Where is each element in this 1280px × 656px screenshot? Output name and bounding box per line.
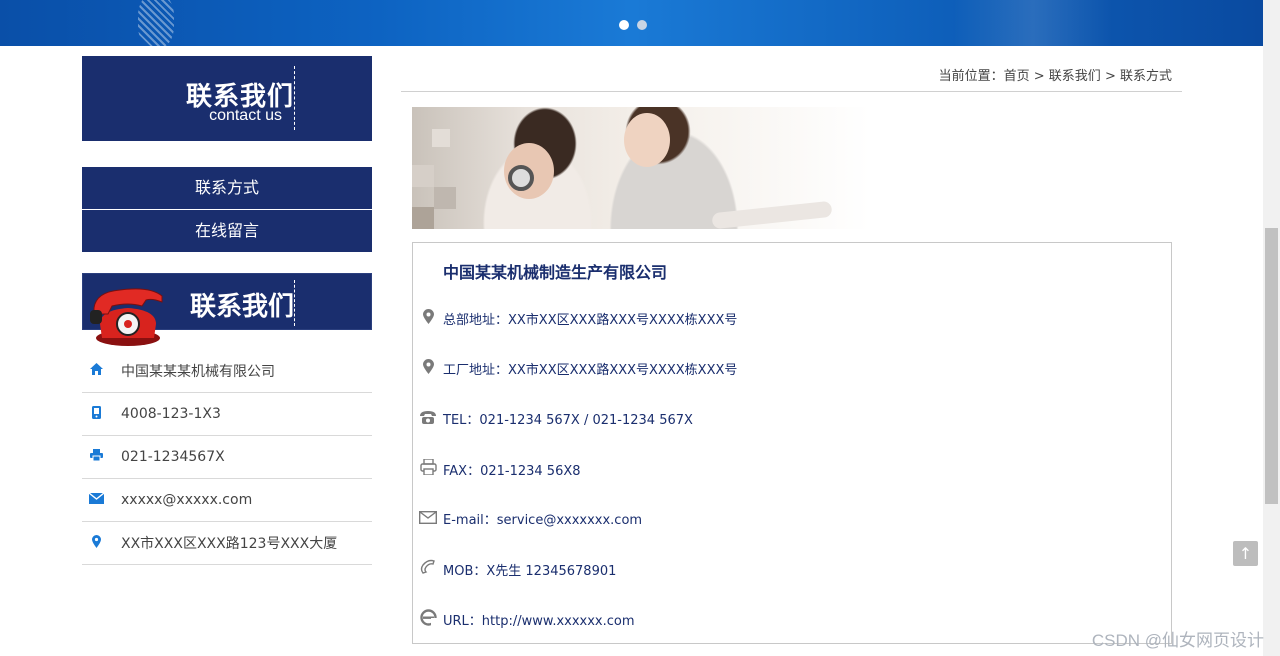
- location-icon: [413, 309, 443, 328]
- website-url: URL：http://www.xxxxxx.com: [443, 614, 635, 629]
- breadcrumb-current: 联系方式: [1119, 69, 1172, 84]
- mobile: MOB：X先生 12345678901: [443, 563, 617, 579]
- list-item: MOB：X先生 12345678901: [413, 559, 616, 579]
- list-item: 中国某某某机械有限公司: [82, 350, 372, 393]
- hotline: 4008-123-1X3: [121, 406, 221, 422]
- email: xxxxx@xxxxx.com: [121, 492, 253, 508]
- divider: [294, 280, 295, 326]
- banner-decoration: [138, 0, 174, 46]
- list-item: 工厂地址：XX市XX区XXX路XXX号XXXX栋XXX号: [413, 359, 737, 378]
- mobile-icon: [85, 405, 107, 423]
- list-item: FAX：021-1234 56X8: [413, 458, 581, 479]
- sidebar-menu: 联系方式 在线留言: [82, 167, 372, 253]
- carousel-dot-2[interactable]: [637, 20, 647, 30]
- contact-subtitle: contact us: [209, 107, 282, 124]
- mail-icon: [85, 491, 107, 508]
- telephone-icon: [413, 409, 443, 428]
- breadcrumb-separator: >: [1033, 69, 1045, 84]
- location-icon: [85, 534, 107, 552]
- fax: FAX：021-1234 56X8: [443, 463, 581, 479]
- contact-us-header: 联系我们 contact us: [82, 56, 372, 141]
- printer-icon: [85, 449, 107, 465]
- list-item: XX市XXX区XXX路123号XXX大厦: [82, 522, 372, 565]
- carousel-dot-1[interactable]: [619, 20, 629, 30]
- home-icon: [85, 363, 107, 379]
- fax-icon: [413, 458, 443, 479]
- list-item: E-mail：service@xxxxxxx.com: [413, 509, 642, 528]
- banner-carousel: [0, 0, 1263, 46]
- carousel-dots: [619, 20, 647, 30]
- page-scrollbar[interactable]: [1263, 0, 1280, 656]
- list-item: 021-1234567X: [82, 436, 372, 479]
- list-item: 总部地址：XX市XX区XXX路XXX号XXXX栋XXX号: [413, 309, 737, 328]
- breadcrumb-divider: [401, 91, 1182, 92]
- scrollbar-thumb[interactable]: [1265, 228, 1278, 504]
- list-item: xxxxx@xxxxx.com: [82, 479, 372, 522]
- banner-decoration: [953, 0, 1113, 46]
- list-item: TEL：021-1234 567X / 021-1234 567X: [413, 409, 693, 428]
- factory-address: 工厂地址：XX市XX区XXX路XXX号XXXX栋XXX号: [443, 363, 738, 378]
- contact-details-box: 中国某某机械制造生产有限公司 总部地址：XX市XX区XXX路XXX号XXXX栋X…: [412, 242, 1172, 644]
- breadcrumb-home[interactable]: 首页: [1004, 69, 1030, 84]
- breadcrumb: 当前位置：首页 > 联系我们 > 联系方式: [939, 65, 1172, 84]
- hq-address: 总部地址：XX市XX区XXX路XXX号XXXX栋XXX号: [443, 313, 738, 328]
- telephone: TEL：021-1234 567X / 021-1234 567X: [443, 413, 693, 428]
- list-item: URL：http://www.xxxxxx.com: [413, 609, 635, 630]
- address: XX市XXX区XXX路123号XXX大厦: [121, 536, 338, 552]
- breadcrumb-separator: >: [1104, 69, 1116, 84]
- back-to-top-button[interactable]: ↑: [1233, 541, 1258, 566]
- sidebar-item-contact-info[interactable]: 联系方式: [82, 167, 372, 209]
- email: E-mail：service@xxxxxxx.com: [443, 513, 643, 528]
- sidebar-contact-list: 中国某某某机械有限公司 4008-123-1X3 021-1234567X xx…: [82, 350, 372, 565]
- phone-contact-title: 联系我们: [190, 292, 295, 322]
- sidebar-item-online-message[interactable]: 在线留言: [82, 210, 372, 252]
- company-name: 中国某某某机械有限公司: [121, 364, 275, 380]
- browser-icon: [413, 609, 443, 630]
- mail-icon: [413, 509, 443, 528]
- red-telephone-icon: [90, 288, 163, 346]
- list-item: 4008-123-1X3: [82, 393, 372, 436]
- fax-number: 021-1234567X: [121, 449, 225, 465]
- breadcrumb-prefix: 当前位置：: [938, 69, 1004, 84]
- company-title: 中国某某机械制造生产有限公司: [443, 263, 668, 282]
- divider: [294, 66, 295, 130]
- phone-handset-icon: [413, 559, 443, 579]
- location-icon: [413, 359, 443, 378]
- customer-service-image: [412, 107, 870, 229]
- watermark: CSDN @仙女网页设计: [1091, 631, 1264, 650]
- breadcrumb-contact[interactable]: 联系我们: [1049, 69, 1101, 84]
- headset-icon: [508, 165, 534, 191]
